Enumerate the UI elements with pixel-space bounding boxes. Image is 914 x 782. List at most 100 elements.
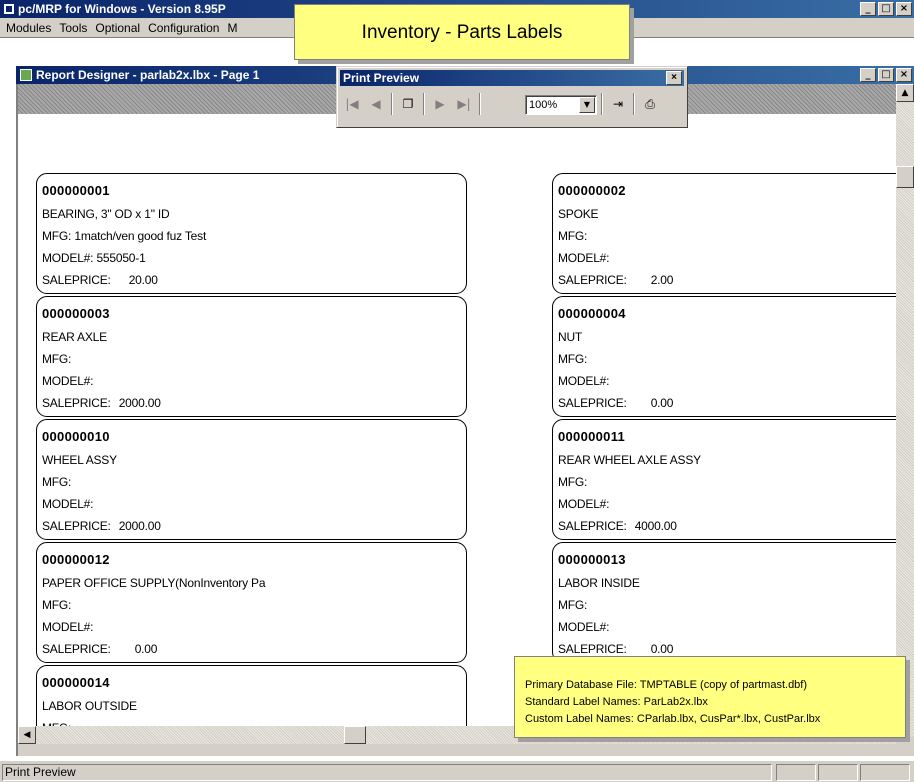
label-description: PAPER OFFICE SUPPLY(NonInventory Pa bbox=[42, 576, 266, 590]
preview-page: 000000001 BEARING, 3" OD x 1" ID MFG: 1m… bbox=[18, 114, 896, 737]
title-callout: Inventory - Parts Labels bbox=[294, 4, 630, 60]
menu-configuration[interactable]: Configuration bbox=[144, 18, 223, 38]
print-preview-title-bar: Print Preview × bbox=[340, 70, 684, 86]
last-page-icon[interactable]: ▶| bbox=[453, 93, 475, 115]
label-model: MODEL#: 555050-1 bbox=[42, 247, 466, 269]
chevron-down-icon[interactable]: ▼ bbox=[579, 97, 595, 113]
mfg-label: MFG: bbox=[558, 229, 588, 243]
label-part-number: 000000001 bbox=[42, 183, 110, 198]
first-page-icon[interactable]: |◀ bbox=[341, 93, 363, 115]
doc-close-button[interactable]: × bbox=[896, 68, 912, 82]
label-saleprice: SALEPRICE: 0.00 bbox=[558, 392, 896, 414]
part-label: 000000001 BEARING, 3" OD x 1" ID MFG: 1m… bbox=[36, 173, 467, 294]
doc-maximize-button[interactable]: □ bbox=[878, 68, 894, 82]
label-part-number: 000000014 bbox=[42, 675, 110, 690]
info-callout: Primary Database File: TMPTABLE (copy of… bbox=[514, 656, 906, 738]
label-mfg: MFG: bbox=[558, 594, 896, 616]
label-saleprice: SALEPRICE: 20.00 bbox=[42, 269, 466, 291]
model-label: MODEL#: bbox=[42, 620, 94, 634]
label-mfg: MFG: bbox=[558, 471, 896, 493]
info-standard-labels: Standard Label Names: ParLab2x.lbx bbox=[525, 696, 708, 708]
status-pane bbox=[776, 764, 816, 781]
mfg-label: MFG: bbox=[558, 598, 588, 612]
maximize-button[interactable]: □ bbox=[878, 2, 894, 16]
part-label: 000000003 REAR AXLE MFG: MODEL#: SALEPRI… bbox=[36, 296, 467, 417]
menu-more[interactable]: M bbox=[223, 18, 241, 38]
doc-minimize-button[interactable]: _ bbox=[860, 68, 876, 82]
label-description: SPOKE bbox=[558, 207, 599, 221]
label-model: MODEL#: bbox=[558, 493, 896, 515]
part-label: 000000011 REAR WHEEL AXLE ASSY MFG: MODE… bbox=[552, 419, 896, 540]
mfg-value: 1match/ven good fuz Test bbox=[74, 229, 207, 243]
label-description: REAR WHEEL AXLE ASSY bbox=[558, 453, 701, 467]
part-label: 000000010 WHEEL ASSY MFG: MODEL#: SALEPR… bbox=[36, 419, 467, 540]
label-description: LABOR INSIDE bbox=[558, 576, 640, 590]
label-saleprice: SALEPRICE: 2000.00 bbox=[42, 515, 466, 537]
label-saleprice: SALEPRICE: 2000.00 bbox=[42, 392, 466, 414]
saleprice-label: SALEPRICE: bbox=[558, 273, 627, 287]
label-part-number: 000000003 bbox=[42, 306, 110, 321]
multi-page-icon[interactable]: ❐ bbox=[397, 93, 419, 115]
horizontal-scroll-thumb[interactable] bbox=[344, 726, 366, 744]
minimize-button[interactable]: _ bbox=[860, 2, 876, 16]
toolbar-separator bbox=[633, 93, 635, 115]
status-bar: Print Preview bbox=[0, 760, 914, 782]
label-model: MODEL#: bbox=[558, 247, 896, 269]
label-model: MODEL#: bbox=[42, 616, 466, 638]
saleprice-label: SALEPRICE: bbox=[558, 519, 627, 533]
close-button[interactable]: × bbox=[896, 2, 912, 16]
model-value: 555050-1 bbox=[96, 251, 146, 265]
menu-modules[interactable]: Modules bbox=[2, 18, 55, 38]
label-mfg: MFG: bbox=[42, 594, 466, 616]
printer-icon[interactable]: ⎙ bbox=[639, 93, 661, 115]
model-label: MODEL#: bbox=[558, 251, 610, 265]
next-page-icon[interactable]: ▶ bbox=[429, 93, 451, 115]
zoom-select[interactable]: 100% ▼ bbox=[525, 95, 597, 115]
model-label: MODEL#: bbox=[42, 374, 94, 388]
scroll-left-icon[interactable]: ◀ bbox=[18, 726, 36, 744]
mfg-label: MFG: bbox=[558, 352, 588, 366]
model-label: MODEL#: bbox=[42, 251, 94, 265]
label-model: MODEL#: bbox=[42, 370, 466, 392]
label-part-number: 000000010 bbox=[42, 429, 110, 444]
saleprice-value: 4000.00 bbox=[634, 519, 677, 533]
zoom-value: 100% bbox=[529, 99, 558, 111]
part-label: 000000002 SPOKE MFG: MODEL#: SALEPRICE: 2… bbox=[552, 173, 896, 294]
mfg-label: MFG: bbox=[42, 229, 72, 243]
label-description: NUT bbox=[558, 330, 583, 344]
label-description: WHEEL ASSY bbox=[42, 453, 117, 467]
saleprice-value: 0.00 bbox=[650, 396, 674, 410]
close-preview-icon[interactable]: ⇥ bbox=[607, 93, 629, 115]
vertical-scrollbar[interactable]: ▲ bbox=[896, 84, 914, 737]
model-label: MODEL#: bbox=[558, 620, 610, 634]
model-label: MODEL#: bbox=[42, 497, 94, 511]
scroll-up-icon[interactable]: ▲ bbox=[896, 84, 914, 102]
label-mfg: MFG: bbox=[558, 225, 896, 247]
label-saleprice: SALEPRICE: 0.00 bbox=[42, 638, 466, 660]
label-part-number: 000000004 bbox=[558, 306, 626, 321]
info-custom-labels: Custom Label Names: CParlab.lbx, CusPar*… bbox=[525, 713, 821, 725]
print-preview-close-button[interactable]: × bbox=[666, 71, 682, 85]
app-title: pc/MRP for Windows - Version 8.95P bbox=[18, 2, 226, 16]
report-designer-title: Report Designer - parlab2x.lbx - Page 1 bbox=[36, 68, 260, 82]
toolbar-separator bbox=[601, 93, 603, 115]
toolbar-separator bbox=[479, 93, 481, 115]
label-description: LABOR OUTSIDE bbox=[42, 699, 137, 713]
prev-page-icon[interactable]: ◀ bbox=[365, 93, 387, 115]
report-icon bbox=[20, 69, 32, 81]
mfg-label: MFG: bbox=[558, 475, 588, 489]
saleprice-label: SALEPRICE: bbox=[42, 519, 111, 533]
toolbar-separator bbox=[391, 93, 393, 115]
label-part-number: 000000012 bbox=[42, 552, 110, 567]
menu-tools[interactable]: Tools bbox=[55, 18, 91, 38]
model-label: MODEL#: bbox=[558, 497, 610, 511]
label-mfg: MFG: 1match/ven good fuz Test bbox=[42, 225, 466, 247]
vertical-scroll-thumb[interactable] bbox=[896, 166, 914, 188]
label-saleprice: SALEPRICE: 4000.00 bbox=[558, 515, 896, 537]
menu-optional[interactable]: Optional bbox=[91, 18, 144, 38]
app-icon bbox=[3, 3, 15, 15]
saleprice-label: SALEPRICE: bbox=[42, 396, 111, 410]
label-mfg: MFG: bbox=[42, 348, 466, 370]
label-model: MODEL#: bbox=[558, 616, 896, 638]
saleprice-value: 2.00 bbox=[650, 273, 674, 287]
